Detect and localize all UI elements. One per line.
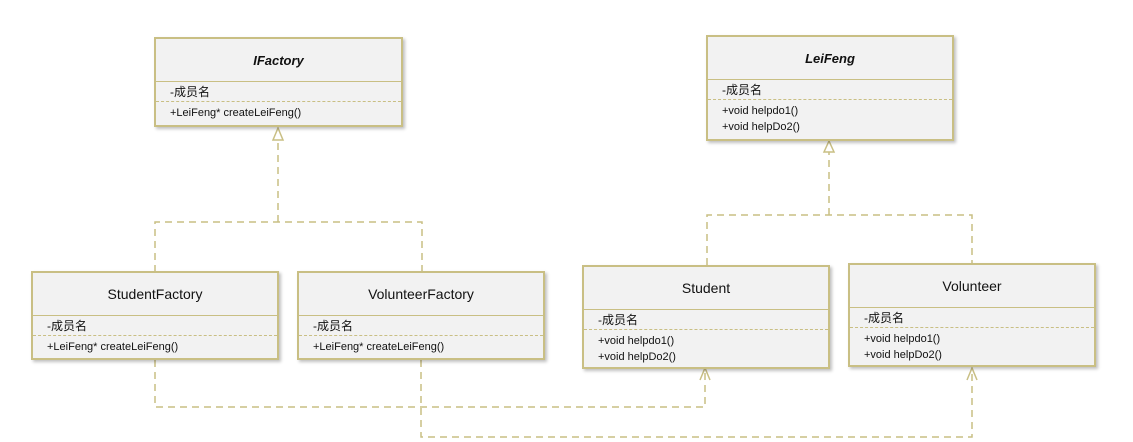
class-student[interactable]: Student -成员名 +void helpdo1() +void helpD…	[582, 265, 830, 369]
class-name: Volunteer	[850, 265, 1094, 308]
class-operations: +void helpdo1() +void helpDo2()	[850, 328, 1094, 363]
class-name: VolunteerFactory	[299, 273, 543, 316]
class-ifactory[interactable]: IFactory -成员名 +LeiFeng* createLeiFeng()	[154, 37, 403, 127]
class-operation: +void helpDo2()	[864, 349, 942, 361]
class-attribute: -成员名	[33, 316, 277, 336]
class-operations: +LeiFeng* createLeiFeng()	[33, 336, 277, 355]
class-attribute: -成员名	[584, 310, 828, 330]
class-studentfactory[interactable]: StudentFactory -成员名 +LeiFeng* createLeiF…	[31, 271, 279, 360]
class-operations: +LeiFeng* createLeiFeng()	[299, 336, 543, 355]
class-operation: +void helpdo1()	[864, 333, 941, 345]
class-operation: +void helpDo2()	[722, 121, 800, 133]
class-operations: +void helpdo1() +void helpDo2()	[584, 330, 828, 365]
class-operation: +void helpdo1()	[598, 335, 675, 347]
realization-line-studentfactory-ifactory	[154, 221, 423, 272]
dependency-line-volunteerfactory-volunteer	[420, 360, 973, 438]
class-operation: +void helpdo1()	[722, 105, 799, 117]
class-attribute: -成员名	[156, 82, 401, 102]
class-volunteerfactory[interactable]: VolunteerFactory -成员名 +LeiFeng* createLe…	[297, 271, 545, 360]
class-operation: +LeiFeng* createLeiFeng()	[47, 341, 179, 353]
class-attribute: -成员名	[850, 308, 1094, 328]
class-name: Student	[584, 267, 828, 310]
class-attribute: -成员名	[299, 316, 543, 336]
realization-arrowhead-leifeng	[822, 139, 836, 153]
class-name: LeiFeng	[708, 37, 952, 80]
class-operation: +LeiFeng* createLeiFeng()	[313, 341, 445, 353]
class-operations: +void helpdo1() +void helpDo2()	[708, 100, 952, 135]
class-name: IFactory	[156, 39, 401, 82]
class-operation: +void helpDo2()	[598, 351, 676, 363]
class-attribute: -成员名	[708, 80, 952, 100]
class-operation: +LeiFeng* createLeiFeng()	[170, 107, 302, 119]
class-volunteer[interactable]: Volunteer -成员名 +void helpdo1() +void hel…	[848, 263, 1096, 367]
class-name: StudentFactory	[33, 273, 277, 316]
realization-line-student-leifeng	[706, 214, 973, 265]
class-leifeng[interactable]: LeiFeng -成员名 +void helpdo1() +void helpD…	[706, 35, 954, 141]
realization-arrowhead-ifactory	[271, 126, 285, 141]
class-operations: +LeiFeng* createLeiFeng()	[156, 102, 401, 121]
